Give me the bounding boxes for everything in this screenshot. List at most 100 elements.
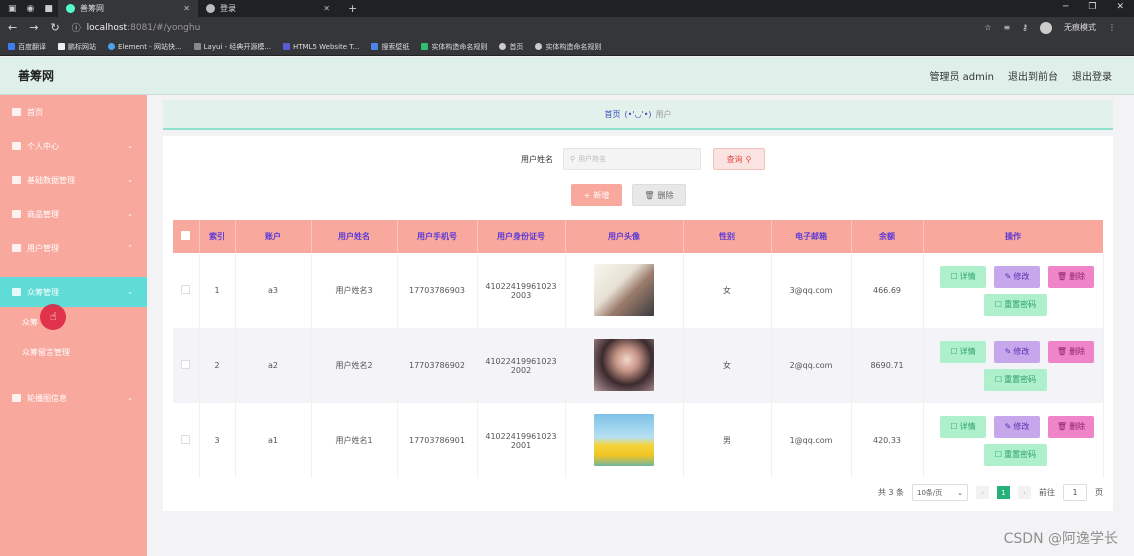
column-header[interactable]: 账户 <box>235 220 312 253</box>
breadcrumb-home[interactable]: 首页 <box>604 109 620 120</box>
column-header[interactable]: 用户姓名 <box>311 220 398 253</box>
search-input[interactable]: ⚲ 用户姓名 <box>563 148 701 170</box>
column-header[interactable]: 电子邮箱 <box>771 220 852 253</box>
user-avatar-image[interactable] <box>594 263 654 316</box>
sidebar-item-users[interactable]: 用户管理 ⌃ <box>0 231 147 265</box>
detail-button[interactable]: ☐ 详情 <box>940 415 986 438</box>
incognito-icon: ◉ <box>26 3 35 14</box>
add-button[interactable]: + 新增 <box>571 184 622 206</box>
bookmark[interactable]: Layui - 经典开源模... <box>193 42 271 52</box>
sidebar-item-home[interactable]: 首页 <box>0 95 147 129</box>
bookmark[interactable]: 实体构造命名规则 <box>535 42 601 52</box>
admin-label: 管理员 admin <box>929 72 994 83</box>
sidebar-subitem-crowdfunding[interactable]: 众筹 <box>0 307 147 337</box>
browser-tab-active[interactable]: 善筹网 ✕ <box>58 0 198 17</box>
bookmark[interactable]: 首页 <box>499 42 523 52</box>
balance-cell: 8690.71 <box>851 328 924 403</box>
edit-button[interactable]: ✎ 修改 <box>994 340 1040 363</box>
detail-label: 详情 <box>959 272 976 281</box>
tab-search-icon[interactable]: ▣ <box>8 4 17 14</box>
chevron-down-icon: ⌄ <box>127 288 133 296</box>
sidebar-subitem-label: 众筹 <box>22 317 38 327</box>
page-size-value: 10条/页 <box>917 488 943 497</box>
reset-password-button[interactable]: ☐ 重置密码 <box>984 443 1047 466</box>
sidebar-subitem-messages[interactable]: 众筹留言管理 <box>0 337 147 367</box>
edit-icon: ✎ <box>1004 422 1012 431</box>
column-header[interactable]: 用户手机号 <box>397 220 478 253</box>
back-icon[interactable]: ← <box>8 21 17 34</box>
browser-tab[interactable]: 登录 ✕ <box>198 0 338 17</box>
detail-button[interactable]: ☐ 详情 <box>940 265 986 288</box>
delete-button[interactable]: 🗑 删除 <box>1048 340 1094 363</box>
info-icon[interactable]: ⓘ <box>72 21 81 34</box>
forward-icon[interactable]: → <box>29 21 38 34</box>
reset-password-button[interactable]: ☐ 重置密码 <box>984 293 1047 316</box>
maximize-icon[interactable]: ❐ <box>1088 2 1096 12</box>
index-cell: 3 <box>199 403 236 478</box>
address-bar: ← → ↻ ⓘ localhost:8081/#/yonghu ☆ ≡ ⚷ 无痕… <box>0 17 1134 38</box>
close-window-icon[interactable]: ✕ <box>1116 2 1124 12</box>
delete-button[interactable]: 🗑 删除 <box>1048 265 1094 288</box>
page-number[interactable]: 1 <box>997 486 1010 499</box>
sidebar-item-goods[interactable]: 商品管理 ⌄ <box>0 197 147 231</box>
tab-close-icon[interactable]: ✕ <box>323 4 330 13</box>
new-tab-button[interactable]: + <box>338 2 357 15</box>
search-icon: ⚲ <box>570 155 576 163</box>
html5-icon <box>283 43 291 50</box>
reset-icon: ☐ <box>994 375 1003 384</box>
sidebar-item-carousel[interactable]: 轮播图信息 ⌄ <box>0 381 147 415</box>
chevron-down-icon: ⌄ <box>957 488 963 497</box>
column-header[interactable]: 索引 <box>199 220 236 253</box>
search-button[interactable]: 查询 ⚲ <box>713 148 765 170</box>
column-header[interactable]: 性别 <box>683 220 772 253</box>
reset-label: 重置密码 <box>1004 375 1037 384</box>
reset-password-button[interactable]: ☐ 重置密码 <box>984 368 1047 391</box>
reload-icon[interactable]: ↻ <box>50 21 59 34</box>
total-count: 共 3 条 <box>877 488 904 497</box>
bookmark[interactable]: 百度翻译 <box>8 42 46 52</box>
exit-to-front-link[interactable]: 退出到前台 <box>1008 68 1058 83</box>
index-cell: 1 <box>199 253 236 328</box>
star-icon[interactable]: ☆ <box>984 23 991 32</box>
more-icon[interactable]: ⋮ <box>1108 23 1116 32</box>
sidebar-item-label: 轮播图信息 <box>27 393 67 403</box>
edit-button[interactable]: ✎ 修改 <box>994 265 1040 288</box>
sidebar-item-profile[interactable]: 个人中心 ⌄ <box>0 129 147 163</box>
delete-button[interactable]: 🗑 删除 <box>1048 415 1094 438</box>
url-field[interactable]: ⓘ localhost:8081/#/yonghu <box>72 21 201 35</box>
bookmark[interactable]: 搜索壁纸 <box>371 42 409 52</box>
next-page-button[interactable]: › <box>1018 486 1031 499</box>
column-header[interactable]: 用户头像 <box>565 220 684 253</box>
sidebar-item-crowdfunding[interactable]: 众筹管理 ⌄ <box>0 277 147 307</box>
column-header: 操作 <box>923 220 1104 253</box>
row-checkbox[interactable] <box>181 285 191 294</box>
column-header[interactable]: 用户身份证号 <box>477 220 566 253</box>
logout-link[interactable]: 退出登录 <box>1072 68 1112 83</box>
playlist-icon[interactable]: ≡ <box>1003 23 1010 32</box>
prev-page-button[interactable]: ‹ <box>976 486 989 499</box>
page-size-select[interactable]: 10条/页 ⌄ <box>912 484 968 501</box>
bookmark[interactable]: HTML5 Website T... <box>283 43 359 51</box>
minimize-icon[interactable]: ─ <box>1063 2 1068 12</box>
goto-page-input[interactable]: 1 <box>1063 484 1087 501</box>
column-header[interactable]: 余额 <box>851 220 924 253</box>
edit-button[interactable]: ✎ 修改 <box>994 415 1040 438</box>
key-icon[interactable]: ⚷ <box>1022 23 1028 32</box>
bookmark[interactable]: 实体构造命名规则 <box>421 42 487 52</box>
incognito-avatar[interactable] <box>1040 21 1052 34</box>
batch-delete-button[interactable]: 🗑 删除 <box>632 184 686 206</box>
gender-cell: 女 <box>683 253 772 328</box>
user-avatar-image[interactable] <box>594 413 654 466</box>
tab-close-icon[interactable]: ✕ <box>183 4 190 13</box>
row-checkbox[interactable] <box>181 360 191 369</box>
user-avatar-image[interactable] <box>594 338 654 391</box>
detail-button[interactable]: ☐ 详情 <box>940 340 986 363</box>
delete-button-label: 删除 <box>657 190 674 200</box>
bookmark[interactable]: 鹏标网站 <box>58 42 96 52</box>
window-controls: ─ ❐ ✕ <box>1063 2 1124 12</box>
row-checkbox[interactable] <box>181 435 191 444</box>
bookmark[interactable]: Element - 网站快... <box>108 42 182 52</box>
table-row: 1 a3 用户姓名3 17703786903 41022419961023 200… <box>173 253 1104 328</box>
sidebar-item-basic-data[interactable]: 基础数据管理 ⌄ <box>0 163 147 197</box>
select-all-checkbox[interactable] <box>181 231 191 240</box>
